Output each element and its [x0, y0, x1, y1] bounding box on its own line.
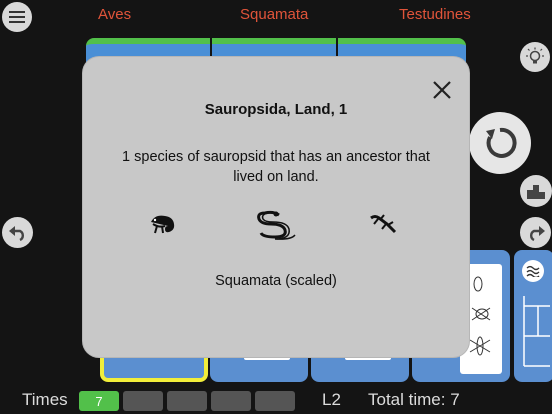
menu-icon: [9, 11, 25, 23]
lightbulb-icon: [526, 47, 544, 64]
tree-diagram: [523, 296, 550, 367]
hint-button[interactable]: [520, 42, 550, 72]
water-button[interactable]: [522, 260, 544, 282]
times-slot-5: [255, 391, 295, 411]
podium-icon: [527, 185, 545, 199]
category-aves: Aves: [98, 6, 132, 23]
undo-icon: [8, 225, 24, 241]
modal-title: Sauropsida, Land, 1: [204, 101, 348, 118]
close-icon[interactable]: [431, 79, 453, 101]
snake-icon: [257, 210, 296, 240]
times-value: 7: [79, 391, 119, 411]
chameleon-icon: [151, 215, 175, 234]
times-slot-4: [211, 391, 251, 411]
modal-caption: Squamata (scaled): [215, 273, 337, 289]
total-time: Total time: 7: [368, 390, 460, 409]
level-label: L2: [322, 390, 341, 409]
species-info-modal: Sauropsida, Land, 1 1 species of saurops…: [83, 57, 469, 357]
restart-icon: [486, 127, 517, 158]
category-squamata: Squamata: [240, 6, 309, 23]
slot-5[interactable]: [514, 250, 552, 382]
lizard-icon: [370, 214, 397, 234]
redo-button[interactable]: [520, 217, 551, 248]
undo-button[interactable]: [2, 217, 33, 248]
category-testudines: Testudines: [399, 6, 471, 23]
modal-description: 1 species of sauropsid that has an ances…: [122, 149, 430, 185]
redo-icon: [529, 225, 545, 241]
restart-button[interactable]: [469, 112, 531, 174]
ranking-button[interactable]: [520, 175, 552, 207]
menu-button[interactable]: [2, 2, 32, 32]
times-slot-2: [123, 391, 163, 411]
times-label: Times: [22, 390, 68, 409]
times-slot-3: [167, 391, 207, 411]
water-icon: [526, 265, 540, 277]
